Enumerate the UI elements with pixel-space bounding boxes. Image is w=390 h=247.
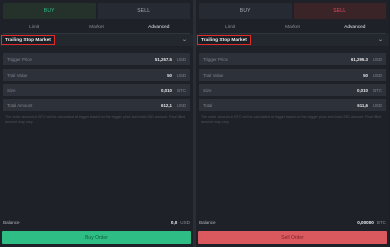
trail-value-input[interactable]: Trail Value 50 USD: [199, 69, 386, 81]
tab-advanced[interactable]: Advanced: [128, 22, 190, 32]
balance-value: 0,00000: [357, 220, 374, 225]
field-label: Total Amount: [7, 102, 33, 108]
order-type-tabs: Limit Market Advanced: [3, 22, 190, 32]
tab-advanced[interactable]: Advanced: [324, 22, 386, 32]
sell-order-panel: BUY SELL Limit Market Advanced Trailing …: [196, 0, 389, 247]
size-input[interactable]: Size 0,010 BTC: [199, 84, 386, 96]
buy-order-button[interactable]: Buy Order: [2, 231, 191, 244]
side-toggle: BUY SELL: [199, 3, 386, 19]
order-note: The order amount in BTC will be calculat…: [5, 115, 186, 124]
balance-label: Balance: [3, 220, 20, 225]
chevron-down-icon: ⌄: [377, 37, 384, 43]
field-value: 0,010: [357, 87, 368, 93]
field-unit: USD: [372, 56, 382, 62]
order-type-tabs: Limit Market Advanced: [199, 22, 386, 32]
tab-limit[interactable]: Limit: [3, 22, 65, 32]
side-toggle: BUY SELL: [3, 3, 190, 19]
field-unit: BTC: [373, 87, 382, 93]
size-input[interactable]: Size 0,010 BTC: [3, 84, 190, 96]
order-type-dropdown[interactable]: Trailing Stop Market ⌄: [196, 34, 389, 46]
tab-market[interactable]: Market: [65, 22, 127, 32]
balance-unit: USD: [180, 220, 190, 225]
buy-order-panel: BUY SELL Limit Market Advanced Trailing …: [0, 0, 193, 247]
balance-value: 0,0: [170, 220, 178, 225]
field-value: 50: [363, 72, 368, 78]
buy-tab[interactable]: BUY: [3, 3, 96, 19]
field-label: Trail Value: [203, 72, 224, 78]
buy-tab[interactable]: BUY: [199, 3, 292, 19]
balance-row: Balance 0,0 USD: [3, 220, 190, 225]
sell-order-button[interactable]: Sell Order: [198, 231, 387, 244]
order-note: The order amount in BTC will be calculat…: [201, 115, 382, 124]
total-amount-input[interactable]: Total Amount 612,1 USD: [3, 99, 190, 111]
field-value: 61,295.3: [350, 56, 368, 62]
field-unit: USD: [176, 72, 186, 78]
order-type-dropdown[interactable]: Trailing Stop Market ⌄: [0, 34, 193, 46]
sell-tab[interactable]: SELL: [97, 3, 190, 19]
field-value: 611,6: [357, 102, 368, 108]
field-value: 0,010: [161, 87, 172, 93]
field-value: 51,257.5: [154, 56, 172, 62]
field-unit: BTC: [177, 87, 186, 93]
field-unit: USD: [372, 102, 382, 108]
balance-label: Balance: [199, 220, 216, 225]
field-value: 612,1: [161, 102, 172, 108]
field-value: 50: [167, 72, 172, 78]
order-type-selected: Trailing Stop Market: [1, 35, 55, 45]
trigger-price-input[interactable]: Trigger Price 61,295.3 USD: [199, 53, 386, 65]
field-label: Total: [203, 102, 213, 108]
field-label: Trigger Price: [7, 56, 32, 62]
field-label: Trail Value: [7, 72, 28, 78]
trail-value-input[interactable]: Trail Value 50 USD: [3, 69, 190, 81]
field-unit: USD: [372, 72, 382, 78]
tab-limit[interactable]: Limit: [199, 22, 261, 32]
balance-row: Balance 0,00000 BTC: [199, 220, 386, 225]
field-unit: USD: [176, 102, 186, 108]
field-label: Size: [203, 87, 212, 93]
order-type-selected: Trailing Stop Market: [197, 35, 251, 45]
balance-unit: BTC: [376, 220, 386, 225]
field-label: Size: [7, 87, 16, 93]
sell-tab[interactable]: SELL: [293, 3, 386, 19]
chevron-down-icon: ⌄: [181, 37, 188, 43]
trigger-price-input[interactable]: Trigger Price 51,257.5 USD: [3, 53, 190, 65]
field-unit: USD: [176, 56, 186, 62]
tab-market[interactable]: Market: [261, 22, 323, 32]
field-label: Trigger Price: [203, 56, 228, 62]
total-input[interactable]: Total 611,6 USD: [199, 99, 386, 111]
